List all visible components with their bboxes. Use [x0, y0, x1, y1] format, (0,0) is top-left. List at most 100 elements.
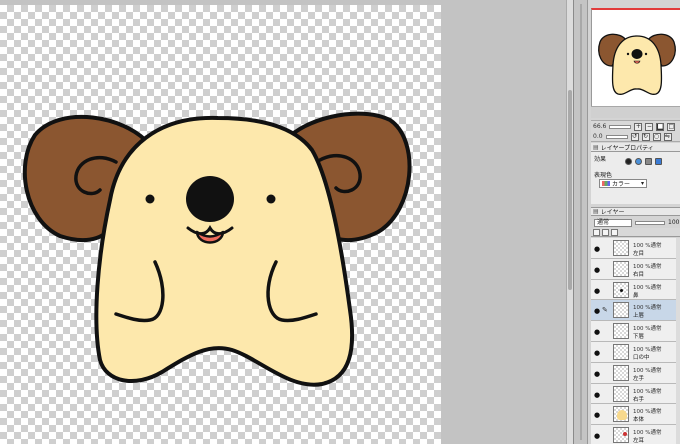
layer-name: 左目 [633, 251, 645, 257]
eye-icon[interactable]: ● [594, 391, 600, 399]
layer-name: 本体 [633, 417, 645, 424]
layer-color-icon[interactable] [655, 158, 662, 165]
eye-icon[interactable]: ● [594, 411, 600, 419]
dock-collapse-strip[interactable] [574, 0, 588, 444]
navigator-preview[interactable] [591, 8, 680, 106]
eye-icon[interactable]: ● [594, 328, 600, 336]
right-eye [266, 194, 276, 204]
layer-mode: 100 %通常 [633, 409, 662, 416]
angle-row: 0.0 ↺ ↻ ○ ⇋ [593, 132, 672, 141]
color-swatch-icon [602, 181, 610, 186]
layer-mode: 100 %通常 [633, 326, 662, 333]
eye-icon[interactable]: ● [594, 307, 600, 315]
eye-icon[interactable]: ● [594, 349, 600, 357]
layer-row[interactable]: ● 100 %通常 右手 [591, 383, 680, 405]
layer-thumbnail [613, 385, 629, 402]
layer-property-tab[interactable]: ▤ レイヤープロパティ [591, 143, 680, 152]
actual-size-icon[interactable]: □ [667, 122, 676, 131]
layer-thumbnail [613, 302, 629, 319]
body [94, 115, 355, 387]
fit-icon[interactable]: ■ [656, 122, 665, 131]
canvas-vertical-scrollbar[interactable] [566, 0, 573, 444]
zoom-out-icon[interactable]: − [645, 122, 654, 131]
border-effect-icon[interactable] [625, 158, 632, 165]
chevron-down-icon: ▾ [640, 180, 644, 187]
eye-icon[interactable]: ● [594, 432, 600, 440]
angle-value: 0.0 [593, 133, 603, 140]
blend-row: 通常 100 [591, 217, 680, 228]
layer-property-tab-label: レイヤープロパティ [600, 144, 654, 152]
canvas-area[interactable] [0, 0, 573, 444]
layer-name: 下唇 [633, 334, 645, 341]
layer-thumbnail [613, 427, 629, 444]
zoom-slider[interactable] [609, 124, 632, 129]
layer-row[interactable]: ● 100 %通常 下唇 [591, 321, 680, 342]
layer-mode: 100 %通常 [633, 346, 662, 353]
opacity-value: 100 [668, 219, 680, 226]
zoom-value: 66.6 [593, 123, 607, 130]
opacity-slider[interactable] [635, 220, 665, 225]
layer-name: 右手 [633, 396, 645, 403]
layer-thumbnail [613, 364, 629, 381]
zoom-row: 66.6 + − ■ □ [593, 122, 676, 131]
character-illustration [22, 111, 412, 387]
layer-name: 鼻 [633, 292, 639, 299]
layer-toolbar [591, 228, 680, 237]
new-layer-icon[interactable] [593, 228, 600, 236]
zoom-in-icon[interactable]: + [634, 122, 643, 131]
layer-name: 口の中 [633, 354, 650, 361]
layer-mode: 100 %通常 [633, 367, 662, 374]
rotate-left-icon[interactable]: ↺ [630, 132, 639, 141]
tone-effect-icon[interactable] [635, 158, 642, 165]
scrollbar-thumb[interactable] [568, 90, 572, 290]
strip-groove [580, 4, 582, 440]
layer-mode: 100 %通常 [633, 284, 662, 291]
eye-icon[interactable]: ● [594, 266, 600, 274]
layer-row[interactable]: ● 100 %通常 左手 [591, 362, 680, 384]
layer-row[interactable]: ● 100 %通常 本体 [591, 404, 680, 426]
layer-name: 右目 [633, 271, 645, 278]
layer-mode: 100 %通常 [633, 388, 662, 395]
layer-thumbnail [613, 343, 629, 360]
new-folder-icon[interactable] [602, 228, 609, 236]
expression-color-select[interactable]: カラー ▾ [599, 179, 647, 188]
layer-mode: 100 %通常 [633, 243, 662, 249]
navigator-toolbar: 66.6 + − ■ □ 0.0 ↺ ↻ ○ ⇋ [591, 120, 680, 142]
layer-thumbnail [613, 260, 629, 277]
layer-thumbnail [613, 406, 629, 423]
layer-list[interactable]: ● 100 %通常 左目 ● 100 %通常 右目 ● 100 %通常鼻 ● ✎ 100 %通常 上唇… [591, 238, 680, 444]
layer-name: 左耳 [633, 438, 645, 444]
color-effect-icon[interactable] [645, 158, 652, 165]
layer-name: 上唇 [633, 313, 645, 320]
layer-thumbnail [613, 240, 629, 256]
canvas-document[interactable] [0, 5, 441, 444]
effect-icons [625, 158, 662, 165]
pen-icon: ✎ [602, 306, 608, 315]
layer-mode: 100 %通常 [633, 263, 662, 270]
expression-color-label: 表現色 [594, 172, 613, 179]
layer-row[interactable]: ● 100 %通常 口の中 [591, 341, 680, 363]
layer-name: 左手 [633, 375, 645, 382]
layer-row[interactable]: ● 100 %通常 左耳 [591, 425, 680, 444]
eye-icon[interactable]: ● [594, 245, 600, 253]
blend-mode-select[interactable]: 通常 [594, 218, 632, 227]
layer-list-scrollbar[interactable] [676, 238, 680, 444]
navigator-thumbnail [598, 33, 676, 95]
flip-horizontal-icon[interactable]: ⇋ [663, 132, 672, 141]
layers-tab[interactable]: ▤ レイヤー [591, 207, 680, 216]
reset-rotation-icon[interactable]: ○ [652, 132, 661, 141]
layer-row[interactable]: ● 100 %通常 右目 [591, 258, 680, 280]
effect-label: 効果 [594, 156, 607, 163]
layer-thumbnail [613, 281, 629, 298]
layer-row[interactable]: ● 100 %通常鼻 [591, 279, 680, 301]
rotate-right-icon[interactable]: ↻ [641, 132, 650, 141]
layer-row[interactable]: ● 100 %通常 左目 [591, 238, 680, 259]
layer-row[interactable]: ● ✎ 100 %通常 上唇 [591, 300, 680, 322]
eye-icon[interactable]: ● [594, 287, 600, 295]
eye-icon[interactable]: ● [594, 370, 600, 378]
mask-icon[interactable] [611, 228, 618, 236]
layer-thumbnail [613, 323, 629, 340]
layers-tab-label: レイヤー [600, 209, 625, 216]
layer-property-panel: 効果 表現色 カラー ▾ [591, 152, 680, 204]
rotation-slider[interactable] [605, 134, 628, 139]
